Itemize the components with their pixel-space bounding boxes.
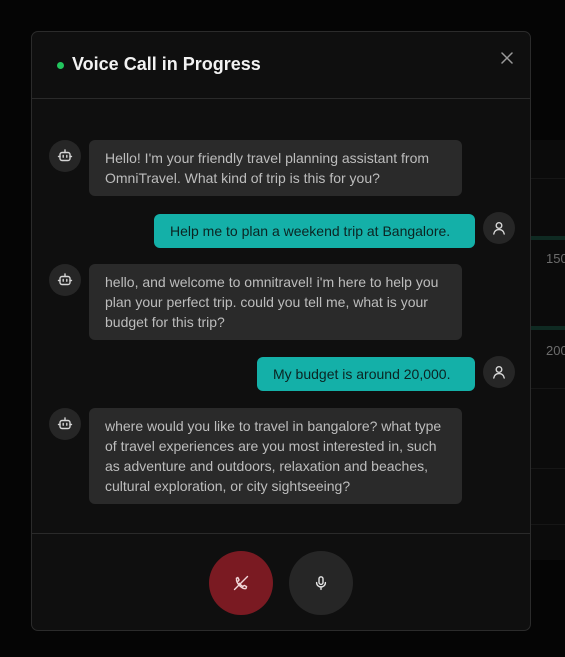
background-value: 200 — [546, 343, 565, 358]
dialog-header: Voice Call in Progress — [32, 32, 530, 99]
user-avatar — [483, 356, 515, 388]
assistant-message: hello, and welcome to omnitravel! i'm he… — [89, 264, 462, 340]
background-divider — [528, 524, 565, 525]
call-controls — [32, 533, 530, 630]
bot-icon — [57, 417, 73, 430]
end-call-button[interactable] — [209, 551, 273, 615]
background-divider — [528, 178, 565, 179]
bot-icon — [57, 149, 73, 162]
assistant-avatar — [49, 140, 81, 172]
voice-call-dialog: Voice Call in Progress Hello! I'm your f… — [31, 31, 531, 631]
assistant-avatar — [49, 408, 81, 440]
assistant-avatar — [49, 264, 81, 296]
background-accent-bar — [530, 236, 565, 240]
assistant-message: Hello! I'm your friendly travel planning… — [89, 140, 462, 196]
user-message: My budget is around 20,000. — [257, 357, 475, 391]
close-button[interactable] — [497, 48, 517, 68]
phone-off-icon — [233, 575, 249, 591]
dialog-title: Voice Call in Progress — [72, 54, 261, 74]
user-message: Help me to plan a weekend trip at Bangal… — [154, 214, 475, 248]
background-divider — [528, 468, 565, 469]
conversation-transcript: Hello! I'm your friendly travel planning… — [32, 99, 530, 533]
user-icon — [493, 222, 505, 235]
background-divider — [528, 388, 565, 389]
bot-icon — [57, 273, 73, 286]
user-avatar — [483, 212, 515, 244]
user-icon — [493, 366, 505, 379]
background-accent-bar — [530, 326, 565, 330]
background-value: 150 — [546, 251, 565, 266]
assistant-message: where would you like to travel in bangal… — [89, 408, 462, 504]
microphone-button[interactable] — [289, 551, 353, 615]
close-icon — [501, 52, 513, 64]
call-status-indicator — [57, 62, 64, 69]
microphone-icon — [315, 576, 327, 591]
